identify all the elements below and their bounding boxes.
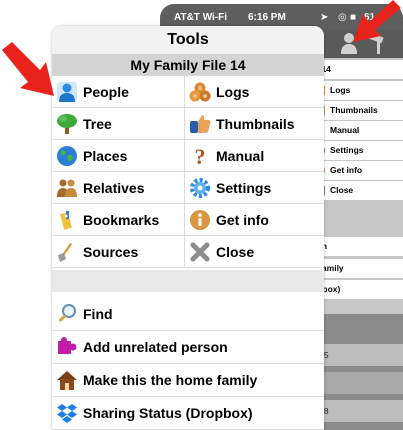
- get-info-button[interactable]: Get info: [185, 204, 324, 236]
- thumbnails-icon: [190, 115, 211, 133]
- people-button[interactable]: People: [52, 76, 185, 108]
- settings-button[interactable]: Settings: [185, 172, 324, 204]
- panel-title: Tools: [52, 26, 324, 54]
- manual-button[interactable]: ? Manual: [185, 140, 324, 172]
- house-icon: [57, 371, 77, 390]
- question-mark-icon: ?: [195, 145, 206, 167]
- places-button[interactable]: Places: [52, 140, 185, 172]
- puzzle-icon: [58, 337, 77, 354]
- red-arrow-annotation: [353, 0, 401, 42]
- file-name-header: My Family File 14: [52, 54, 324, 76]
- section-divider: [52, 270, 324, 292]
- add-unrelated-person-button[interactable]: Add unrelated person: [52, 331, 324, 364]
- logs-icon: [189, 82, 211, 102]
- tree-button[interactable]: Tree: [52, 108, 185, 140]
- bookmark-tag-icon: [60, 211, 72, 230]
- globe-icon: [57, 146, 77, 166]
- actions-list: Find Add unrelated person Make this the …: [52, 292, 324, 430]
- tools-grid: People Logs Tree Thumbnails Places ? Man…: [52, 76, 324, 270]
- logs-button[interactable]: Logs: [185, 76, 324, 108]
- thumbnails-button[interactable]: Thumbnails: [185, 108, 324, 140]
- magnifier-icon: [59, 304, 76, 322]
- tree-icon: [57, 114, 77, 134]
- shovel-icon: [58, 242, 73, 262]
- location-icon: ➤: [320, 12, 329, 23]
- close-x-icon: [190, 242, 210, 262]
- relatives-icon: [57, 179, 77, 197]
- info-icon: [190, 210, 210, 230]
- dropbox-icon: [57, 404, 77, 423]
- close-button[interactable]: Close: [185, 236, 324, 268]
- sources-button[interactable]: Sources: [52, 236, 185, 268]
- gear-icon: [190, 178, 210, 198]
- carrier-label: AT&T Wi-Fi: [174, 12, 228, 23]
- make-home-family-button[interactable]: Make this the home family: [52, 364, 324, 397]
- tools-panel: Tools My Family File 14 People Logs Tree…: [52, 26, 324, 430]
- sharing-status-button[interactable]: Sharing Status (Dropbox): [52, 397, 324, 430]
- bookmarks-button[interactable]: Bookmarks: [52, 204, 185, 236]
- svg-text:?: ?: [195, 145, 206, 167]
- relatives-button[interactable]: Relatives: [52, 172, 185, 204]
- find-button[interactable]: Find: [52, 298, 324, 331]
- person-icon: [57, 82, 77, 102]
- clock: 6:16 PM: [248, 12, 286, 23]
- red-arrow-annotation: [2, 42, 54, 96]
